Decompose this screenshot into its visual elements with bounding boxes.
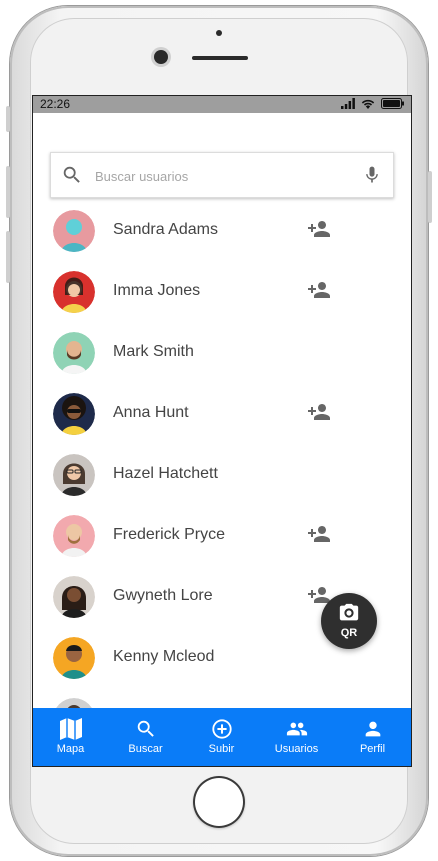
nav-item-usuarios[interactable]: Usuarios (259, 708, 334, 766)
person-add-icon[interactable] (307, 219, 331, 239)
user-name: Anna Hunt (113, 404, 189, 421)
avatar (53, 332, 95, 374)
nav-label: Buscar (128, 743, 163, 755)
status-time: 22:26 (40, 97, 71, 111)
nav-label: Usuarios (274, 743, 319, 755)
avatar (53, 515, 95, 557)
user-name: Hazel Hatchett (113, 465, 218, 482)
sensor-dot (216, 30, 222, 36)
nav-label: Mapa (56, 743, 85, 755)
person-add-icon[interactable] (307, 524, 331, 544)
search-icon (137, 720, 154, 737)
search-icon (63, 166, 80, 183)
mic-icon[interactable] (362, 164, 382, 186)
battery-icon (381, 98, 404, 109)
user-name: Kenny Mcleod (113, 648, 215, 665)
power-button (428, 171, 432, 223)
camera-icon (339, 603, 359, 621)
list-item[interactable]: Mark Smith (33, 323, 411, 383)
nav-item-perfil[interactable]: Perfil (335, 708, 410, 766)
nav-item-buscar[interactable]: Buscar (108, 708, 183, 766)
user-name: Mark Smith (113, 343, 194, 360)
list-item[interactable]: Sandra Adams (33, 201, 411, 261)
app-screen: 22:26 Buscar usuarios Sandra Adams Imma … (32, 95, 412, 767)
search-input[interactable] (93, 163, 347, 189)
status-bar: 22:26 (33, 96, 411, 113)
earpiece-speaker (192, 56, 248, 60)
avatar (53, 210, 95, 252)
bottom-navigation: Mapa Buscar Subir Usuarios Perfil (33, 708, 411, 766)
list-item[interactable]: Frederick Pryce (33, 506, 411, 566)
front-camera (154, 50, 168, 64)
avatar (53, 454, 95, 496)
nav-label: Subir (208, 743, 235, 755)
person-add-icon[interactable] (307, 402, 331, 422)
qr-scan-button[interactable]: QR (321, 593, 377, 649)
person-add-icon[interactable] (307, 280, 331, 300)
home-button[interactable] (193, 776, 245, 828)
user-name: Imma Jones (113, 282, 201, 299)
list-item[interactable]: Hazel Hatchett (33, 445, 411, 505)
volume-down-button (6, 231, 10, 283)
add-circle-icon (212, 719, 232, 739)
volume-up-button (6, 166, 10, 218)
person-icon (365, 721, 381, 737)
user-name: Frederick Pryce (113, 526, 226, 543)
avatar (53, 393, 95, 435)
fab-label: QR (340, 627, 358, 639)
signal-icon (341, 98, 355, 109)
avatar (53, 637, 95, 679)
wifi-icon (361, 99, 375, 109)
nav-label: Perfil (359, 743, 386, 755)
people-icon (286, 722, 308, 736)
list-item[interactable]: Imma Jones (33, 262, 411, 322)
avatar (53, 576, 95, 618)
side-button (6, 106, 10, 132)
nav-item-mapa[interactable]: Mapa (33, 708, 108, 766)
search-bar[interactable] (50, 152, 394, 198)
nav-item-subir[interactable]: Subir (184, 708, 259, 766)
map-icon (60, 718, 82, 740)
list-item[interactable]: Anna Hunt (33, 384, 411, 444)
avatar (53, 271, 95, 313)
user-name: Gwyneth Lore (113, 587, 213, 604)
user-name: Sandra Adams (113, 221, 218, 238)
